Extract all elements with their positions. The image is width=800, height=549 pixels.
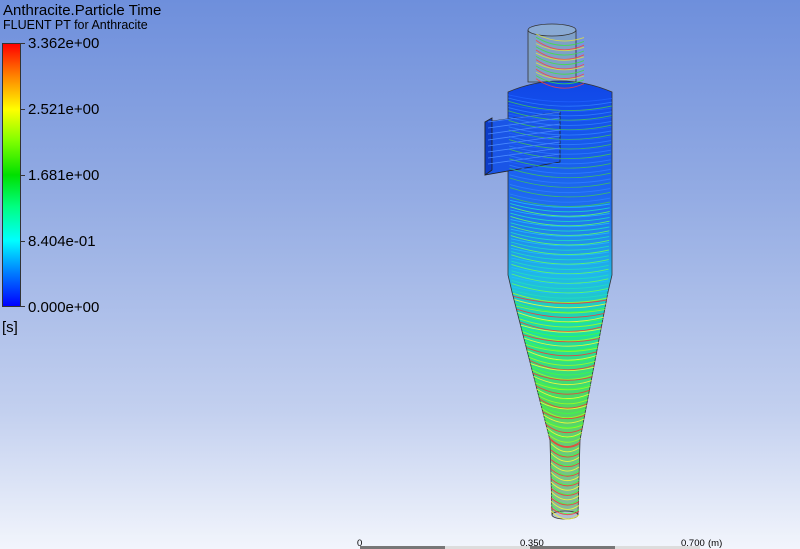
scale-unit: (m)	[708, 538, 723, 549]
cyclone-geometry	[484, 23, 613, 520]
cyclone-view[interactable]	[0, 0, 800, 549]
